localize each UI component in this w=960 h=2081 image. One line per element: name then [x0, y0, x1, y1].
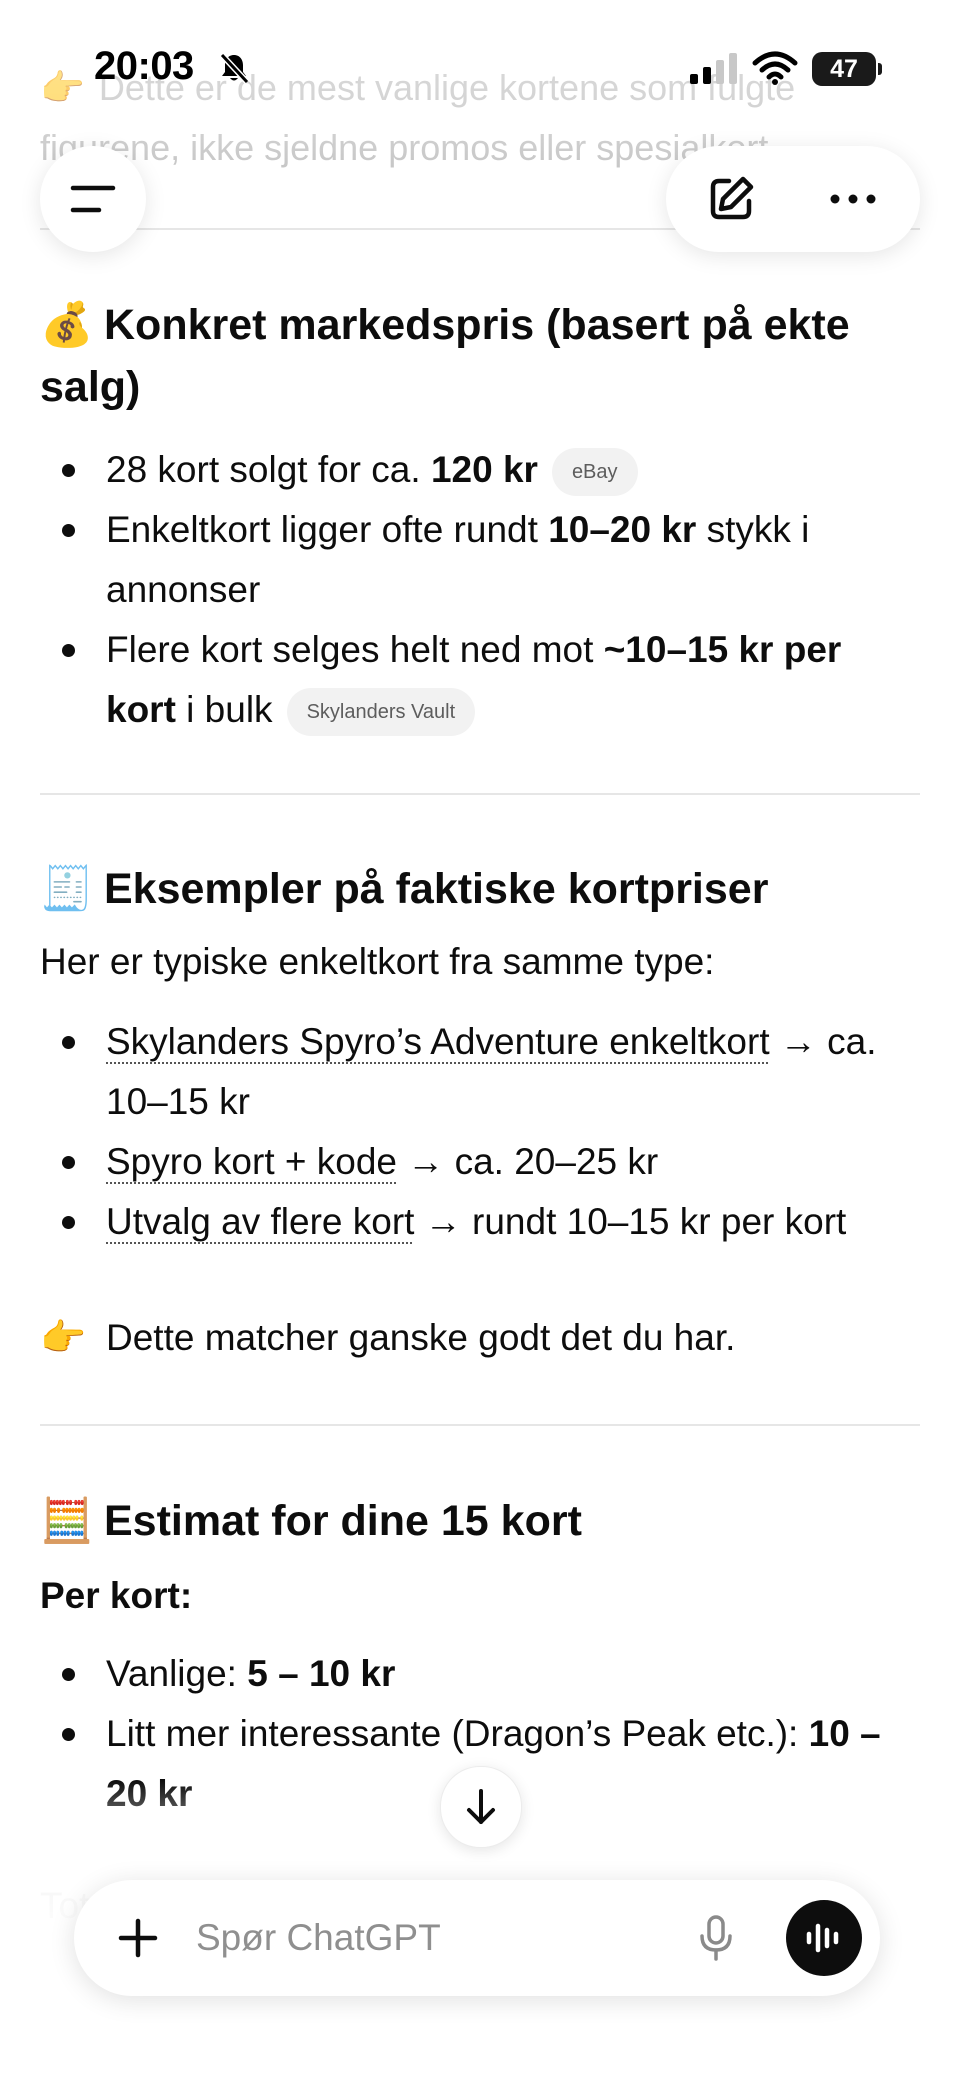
arrow-down-icon	[467, 1789, 495, 1824]
menu-button[interactable]	[40, 146, 146, 252]
section-heading-estimate: 🧮 Estimat for dine 15 kort	[40, 1490, 920, 1552]
link-spyro-card-code[interactable]: Spyro kort + kode	[106, 1141, 397, 1182]
scroll-to-bottom-button[interactable]	[440, 1766, 522, 1848]
header-actions	[666, 146, 920, 252]
list-item: Spyro kort + kode → ca. 20–25 kr	[40, 1132, 920, 1192]
receipt-icon: 🧾	[40, 865, 94, 913]
item-text: → ca. 20–25 kr	[397, 1141, 659, 1182]
link-spyros-adventure-card[interactable]: Skylanders Spyro’s Adventure enkeltkort	[106, 1021, 770, 1062]
money-bag-icon: 💰	[40, 301, 94, 349]
hamburger-icon	[70, 185, 116, 213]
abacus-icon: 🧮	[40, 1497, 94, 1545]
item-text: i bulk	[175, 689, 273, 730]
list-item: Enkeltkort ligger ofte rundt 10–20 kr st…	[40, 500, 920, 620]
estimate-subheading: Per kort:	[40, 1575, 193, 1616]
dictation-button[interactable]	[686, 1908, 746, 1968]
source-chip-ebay[interactable]: eBay	[551, 448, 638, 496]
waveform-icon	[806, 1923, 839, 1953]
plus-icon	[118, 1918, 158, 1958]
item-text: → rundt 10–15 kr per kort	[414, 1201, 847, 1242]
attach-button[interactable]	[108, 1908, 168, 1968]
section-title: Konkret markedspris (basert på ekte salg…	[40, 301, 850, 411]
message-input[interactable]	[196, 1908, 616, 1968]
section-heading-market-price: 💰 Konkret markedspris (basert på ekte sal…	[40, 294, 920, 418]
item-bold: 10–20 kr	[548, 509, 697, 550]
section-heading-examples: 🧾 Eksempler på faktiske kortpriser	[40, 858, 920, 920]
source-chip-skylanders-vault[interactable]: Skylanders Vault	[286, 688, 476, 736]
examples-intro: Her er typiske enkeltkort fra samme type…	[40, 941, 715, 982]
section-title: Estimat for dine 15 kort	[104, 1497, 582, 1545]
microphone-icon	[700, 1915, 732, 1961]
item-text: Flere kort selges helt ned mot	[106, 629, 604, 670]
top-faded-text: Dette er de mest vanlige kortene som ful…	[40, 67, 796, 168]
new-chat-button[interactable]	[696, 164, 766, 234]
pointing-hand-icon: 👉	[40, 67, 85, 108]
divider	[40, 793, 920, 795]
item-text: Enkeltkort ligger ofte rundt	[106, 509, 549, 550]
item-text: 28 kort solgt for ca.	[106, 449, 431, 490]
item-text: Vanlige:	[106, 1653, 248, 1694]
ellipsis-icon	[830, 194, 876, 204]
market-price-list: 28 kort solgt for ca. 120 kr eBay Enkeltk…	[40, 440, 920, 740]
examples-list: Skylanders Spyro’s Adventure enkeltkort …	[40, 1012, 920, 1252]
divider	[40, 1424, 920, 1426]
composer	[74, 1880, 880, 1996]
item-bold: 120 kr	[430, 449, 538, 490]
section-title: Eksempler på faktiske kortpriser	[104, 865, 769, 913]
item-text: Litt mer interessante (Dragon’s Peak etc…	[106, 1713, 809, 1754]
list-item: Vanlige: 5 – 10 kr	[40, 1644, 920, 1704]
conclusion-text: Dette matcher ganske godt det du har.	[106, 1317, 736, 1358]
examples-conclusion: 👉 Dette matcher ganske godt det du har.	[40, 1308, 920, 1368]
list-item: 28 kort solgt for ca. 120 kr eBay	[40, 440, 920, 500]
list-item: Utvalg av flere kort → rundt 10–15 kr pe…	[40, 1192, 920, 1252]
voice-mode-button[interactable]	[786, 1900, 862, 1976]
link-card-selection[interactable]: Utvalg av flere kort	[106, 1201, 414, 1242]
more-options-button[interactable]	[818, 164, 888, 234]
item-bold: 5 – 10 kr	[247, 1653, 396, 1694]
pointing-hand-icon: 👉	[40, 1317, 87, 1358]
edit-icon	[710, 176, 754, 220]
list-item: Flere kort selges helt ned mot ~10–15 kr…	[40, 620, 920, 740]
list-item: Skylanders Spyro’s Adventure enkeltkort …	[40, 1012, 920, 1132]
